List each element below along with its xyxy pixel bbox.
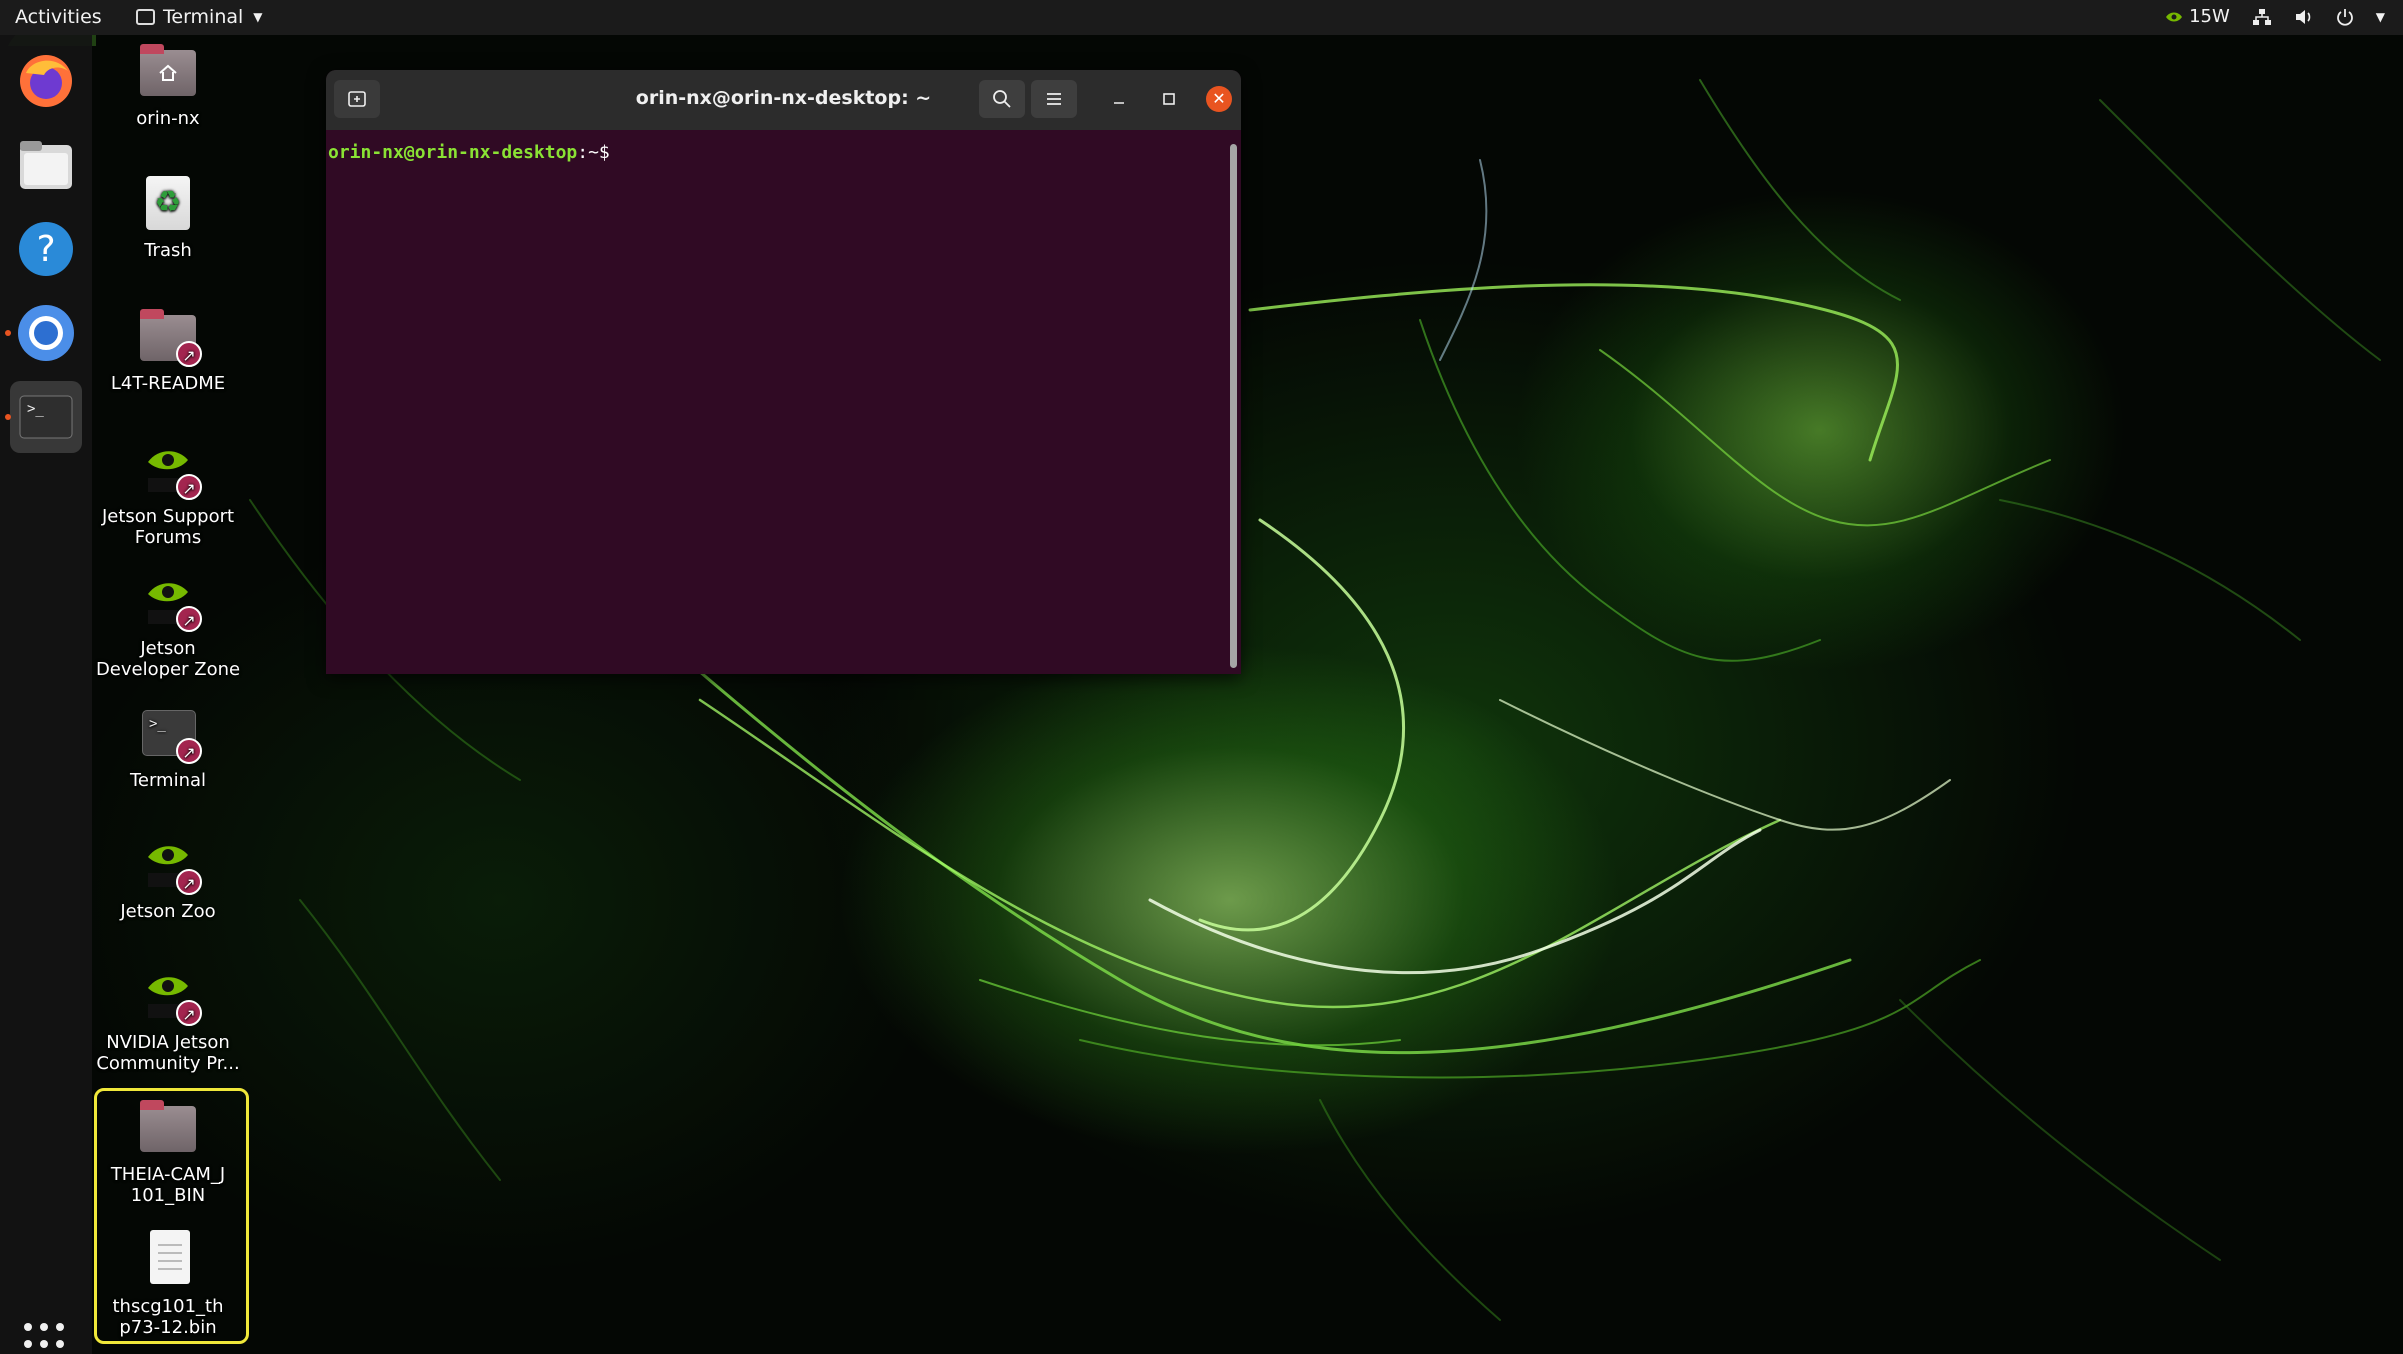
- desktop-icon-label: Jetson Developer Zone: [95, 638, 241, 680]
- system-tray[interactable]: 15W ▼: [2165, 6, 2385, 27]
- desktop-icon-label: NVIDIA Jetson Community Pr...: [96, 1032, 240, 1074]
- top-bar: Activities Terminal ▼ 15W ▼: [0, 0, 2403, 35]
- desktop-icon-terminal[interactable]: >_ ↗ Terminal: [93, 702, 243, 791]
- show-applications-button[interactable]: [24, 1323, 68, 1354]
- dock: ? >_: [0, 35, 92, 1354]
- terminal-link-icon: >_ ↗: [136, 702, 202, 766]
- power-icon[interactable]: [2336, 8, 2354, 26]
- close-button[interactable]: ✕: [1196, 80, 1241, 118]
- home-folder-icon: [136, 40, 200, 104]
- maximize-icon: [1163, 93, 1175, 105]
- desktop-icon-label: Trash: [144, 240, 192, 261]
- volume-icon[interactable]: [2294, 8, 2314, 26]
- desktop-icon-l4t-readme[interactable]: ↗ L4T-README: [93, 305, 243, 394]
- desktop-icon-theia-cam-folder[interactable]: THEIA-CAM_J101_BIN: [93, 1096, 243, 1206]
- network-icon[interactable]: [2252, 8, 2272, 26]
- desktop-icon-trash[interactable]: ♻ Trash: [93, 172, 243, 261]
- app-menu-label: Terminal: [163, 6, 244, 28]
- desktop-icon-label: Terminal: [129, 770, 207, 791]
- search-icon: [993, 90, 1011, 108]
- dock-terminal[interactable]: >_: [5, 381, 82, 453]
- maximize-button[interactable]: [1146, 80, 1192, 118]
- desktop-icon-jetson-developer-zone[interactable]: ↗ Jetson Developer Zone: [93, 570, 243, 680]
- svg-text:?: ?: [36, 229, 55, 270]
- minimize-icon: [1114, 102, 1124, 104]
- nvidia-link-icon: ↗: [136, 833, 202, 897]
- power-mode-label: 15W: [2189, 6, 2230, 27]
- search-button[interactable]: [979, 80, 1025, 118]
- scrollbar[interactable]: [1230, 144, 1237, 668]
- terminal-app-icon: [136, 9, 155, 25]
- dock-chromium[interactable]: [5, 297, 82, 369]
- nvidia-eye-icon: [2166, 12, 2183, 21]
- nvidia-link-icon: ↗: [136, 570, 202, 634]
- terminal-headerbar[interactable]: orin-nx@orin-nx-desktop: ~ ✕: [326, 70, 1241, 130]
- power-mode-indicator[interactable]: 15W: [2165, 6, 2230, 27]
- desktop-icon-home[interactable]: orin-nx: [93, 40, 243, 129]
- nvidia-link-icon: ↗: [136, 438, 202, 502]
- folder-link-icon: ↗: [136, 305, 202, 369]
- desktop-icon-label: Jetson Support Forums: [101, 506, 235, 548]
- desktop-icon-jetson-zoo[interactable]: ↗ Jetson Zoo: [93, 833, 243, 922]
- desktop-icon-label: orin-nx: [136, 108, 200, 129]
- terminal-content[interactable]: orin-nx@orin-nx-desktop:~$: [326, 130, 1241, 674]
- hamburger-menu-button[interactable]: [1031, 80, 1077, 118]
- svg-text:>_: >_: [27, 401, 44, 417]
- desktop-icon-bin-file[interactable]: thscg101_thp73-12.bin: [93, 1228, 243, 1338]
- running-indicator: [5, 330, 11, 336]
- desktop-icon-label: L4T-README: [110, 373, 226, 394]
- app-menu[interactable]: Terminal ▼: [136, 6, 263, 28]
- prompt-user-host: orin-nx@orin-nx-desktop: [328, 142, 578, 163]
- chromium-icon: [18, 305, 74, 361]
- help-icon: ?: [19, 222, 73, 276]
- activities-button[interactable]: Activities: [15, 6, 102, 28]
- terminal-icon: >_: [19, 395, 73, 439]
- dock-help[interactable]: ?: [10, 213, 82, 285]
- close-icon: ✕: [1206, 86, 1232, 112]
- hamburger-icon: [1047, 93, 1061, 105]
- chevron-down-icon: ▼: [253, 10, 263, 24]
- nvidia-link-icon: ↗: [136, 964, 202, 1028]
- desktop-icon-jetson-support-forums[interactable]: ↗ Jetson Support Forums: [93, 438, 243, 548]
- files-icon: [20, 141, 72, 189]
- folder-icon: [136, 1096, 200, 1160]
- chevron-down-icon[interactable]: ▼: [2376, 10, 2385, 24]
- desktop-icon-label: THEIA-CAM_J101_BIN: [110, 1164, 226, 1206]
- dock-files[interactable]: [10, 129, 82, 201]
- running-indicator: [5, 414, 11, 420]
- desktop-icon-nvidia-jetson-community[interactable]: ↗ NVIDIA Jetson Community Pr...: [93, 964, 243, 1074]
- minimize-button[interactable]: [1096, 80, 1142, 118]
- desktop-icon-label: thscg101_thp73-12.bin: [112, 1296, 224, 1338]
- firefox-icon: [20, 55, 72, 107]
- document-icon: [136, 1228, 200, 1292]
- prompt-path: :~$: [577, 142, 610, 163]
- terminal-window[interactable]: orin-nx@orin-nx-desktop: ~ ✕ orin-nx@ori…: [326, 70, 1241, 674]
- dock-firefox[interactable]: [10, 45, 82, 117]
- desktop-icon-label: Jetson Zoo: [120, 901, 216, 922]
- trash-icon: ♻: [136, 172, 200, 236]
